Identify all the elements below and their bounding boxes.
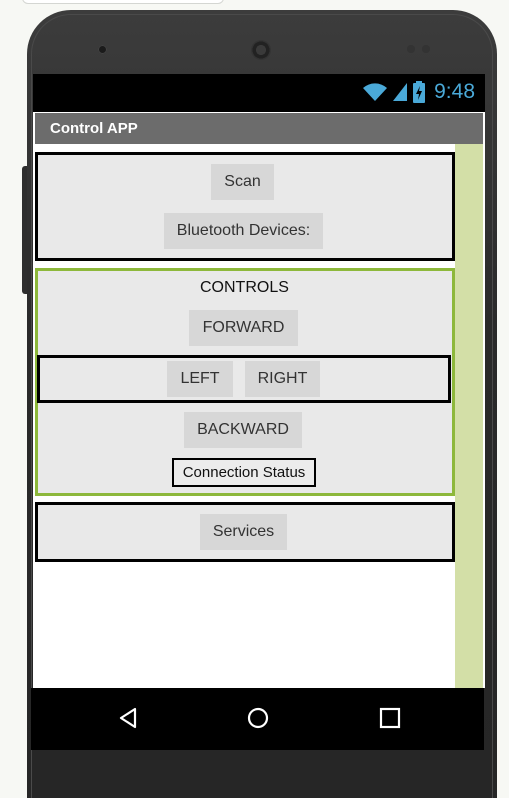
forward-button[interactable]: FORWARD — [189, 310, 298, 346]
status-bar: 9:48 — [33, 74, 485, 112]
proximity-sensor — [407, 45, 415, 53]
app-title-bar: Control APP — [35, 113, 483, 144]
screen-side-strip — [455, 144, 483, 688]
app-title: Control APP — [50, 120, 138, 137]
home-circle-icon[interactable] — [247, 706, 269, 730]
services-button[interactable]: Services — [200, 514, 287, 550]
backward-button[interactable]: BACKWARD — [184, 412, 302, 448]
bluetooth-devices-picker[interactable]: Bluetooth Devices: — [164, 213, 323, 249]
connection-status-label: Connection Status — [172, 458, 316, 487]
front-speaker-dot — [98, 45, 107, 54]
scan-button[interactable]: Scan — [211, 164, 274, 200]
status-time: 9:48 — [434, 80, 475, 103]
controls-heading: CONTROLS — [200, 279, 289, 296]
navigation-bar — [31, 688, 484, 750]
front-camera-icon — [251, 40, 271, 60]
right-button[interactable]: RIGHT — [245, 361, 320, 397]
light-sensor — [422, 45, 430, 53]
phone-screen: 9:48 Control APP Scan Bluetooth Devices:… — [33, 74, 485, 688]
left-button[interactable]: LEFT — [167, 361, 233, 397]
status-icons: 9:48 — [362, 80, 475, 104]
recents-square-icon[interactable] — [379, 706, 401, 730]
wifi-icon — [363, 83, 388, 101]
cell-signal-icon — [393, 83, 408, 101]
left-right-arrangement — [37, 355, 451, 403]
back-triangle-icon[interactable] — [117, 706, 139, 730]
browser-tab-edge — [22, 0, 224, 4]
battery-charging-icon — [413, 81, 426, 103]
